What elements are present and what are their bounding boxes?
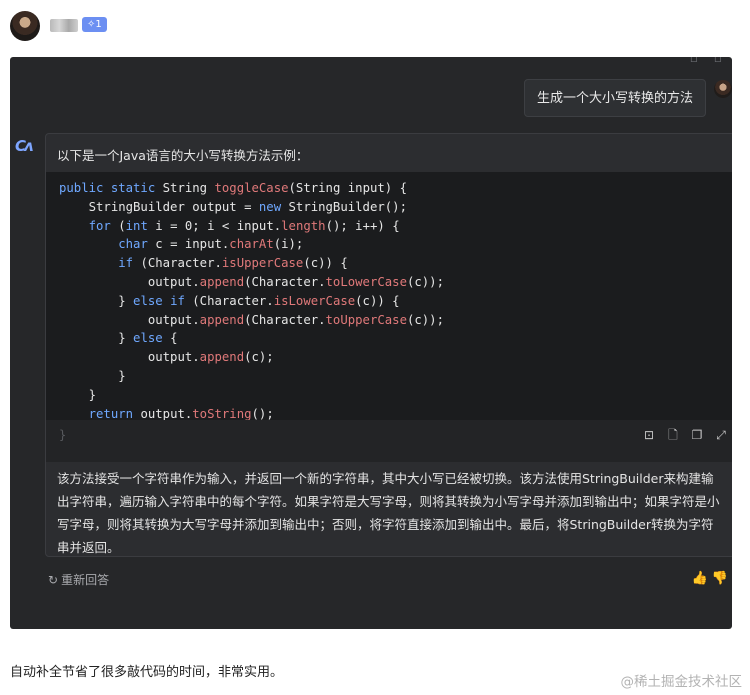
user-avatar <box>714 80 732 98</box>
window-controls-icon: ▫ ▫ <box>689 57 728 65</box>
watermark: @稀土掘金技术社区 <box>620 674 743 690</box>
code-line: output.append(c); <box>59 350 274 365</box>
code-line: output.append(Character.toLowerCase(c)); <box>59 274 444 289</box>
code-line: output.append(Character.toUpperCase(c)); <box>59 312 444 327</box>
ai-answer-panel: 以下是一个Java语言的大小写转换方法示例： public static Str… <box>45 133 732 557</box>
user-message-bubble: 生成一个大小写转换的方法 <box>523 79 706 117</box>
code-block: public static String toggleCase(String i… <box>46 172 732 462</box>
code-line: } <box>59 387 97 402</box>
code-line: if (Character.isUpperCase(c)) { <box>118 256 348 271</box>
post-comment-text: 自动补全节省了很多敲代码的时间，非常实用。 <box>10 665 284 680</box>
code-line: } else { <box>59 331 178 346</box>
expand-icon[interactable]: ⤢ <box>714 428 728 442</box>
code-line: StringBuilder output = new StringBuilder… <box>59 199 407 214</box>
chat-screenshot-card: ▫ ▫ 生成一个大小写转换的方法 Cᴧ 以下是一个Java语言的大小写转换方法示… <box>10 57 732 629</box>
author-name-blurred[interactable] <box>50 19 78 32</box>
code-line: } else if (Character.isLowerCase(c)) { <box>59 293 400 308</box>
copy-icon[interactable]: ❐ <box>690 428 704 442</box>
author-avatar[interactable] <box>10 11 40 41</box>
refresh-icon: ↻ <box>48 573 59 587</box>
post-header: ✧1 <box>0 0 750 52</box>
code-line: public static String toggleCase(String i… <box>59 181 407 195</box>
level-badge: ✧1 <box>82 17 107 32</box>
code-line: char c = input.charAt(i); <box>118 237 304 252</box>
code-line: for (int i = 0; i < input.length(); i++)… <box>88 218 400 233</box>
code-toolbar: } ⊡ 🗋 ❐ ⤢ <box>46 420 732 462</box>
ai-answer-intro: 以下是一个Java语言的大小写转换方法示例： <box>57 148 309 163</box>
code-line: return output.toString(); <box>88 406 274 421</box>
code-content[interactable]: public static String toggleCase(String i… <box>59 179 444 423</box>
regenerate-button[interactable]: ↻ 重新回答 <box>48 571 109 588</box>
code-trailing-brace: } <box>59 428 67 442</box>
regenerate-label: 重新回答 <box>61 573 110 587</box>
thumb-up-icon[interactable]: 👍 <box>692 571 708 586</box>
ai-logo-icon: Cᴧ <box>15 137 34 155</box>
new-file-icon[interactable]: 🗋 <box>666 428 680 442</box>
thumb-down-icon[interactable]: 👎 <box>712 571 728 586</box>
code-line: } <box>59 368 126 383</box>
insert-code-icon[interactable]: ⊡ <box>642 428 656 442</box>
ai-answer-explanation: 该方法接受一个字符串作为输入，并返回一个新的字符串，其中大小写已经被切换。该方法… <box>57 471 720 555</box>
